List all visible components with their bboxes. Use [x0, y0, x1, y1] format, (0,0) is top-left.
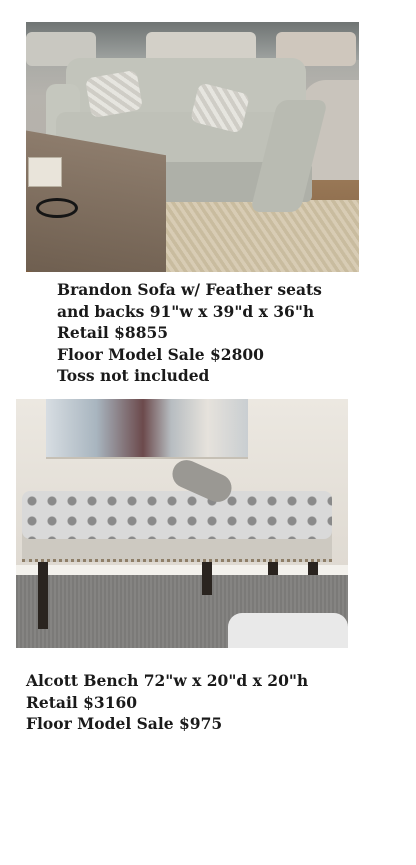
side-chair — [228, 613, 348, 648]
product-title: Alcott Bench 72"w x 20"d x 20"h — [26, 671, 309, 690]
sofa-photo — [26, 22, 359, 272]
sale-price: Floor Model Sale $2800 — [57, 344, 264, 364]
product-caption-bench: Alcott Bench 72"w x 20"d x 20"h Retail $… — [26, 670, 308, 735]
baseboard — [16, 565, 348, 575]
bench-photo — [16, 399, 348, 648]
product-caption-sofa: Brandon Sofa w/ Feather seats and backs … — [57, 279, 322, 387]
wall-painting — [46, 399, 248, 459]
product-title: Brandon Sofa w/ Feather seats — [57, 280, 322, 299]
retail-price: Retail $8855 — [57, 323, 169, 342]
book — [28, 157, 62, 187]
bench-cushion — [22, 491, 332, 539]
product-dimensions: and backs 91"w x 39"d x 36"h — [57, 301, 315, 321]
sale-price: Floor Model Sale $975 — [26, 714, 223, 733]
retail-price: Retail $3160 — [26, 692, 138, 712]
product-note: Toss not included — [57, 366, 210, 385]
cord — [36, 198, 78, 218]
